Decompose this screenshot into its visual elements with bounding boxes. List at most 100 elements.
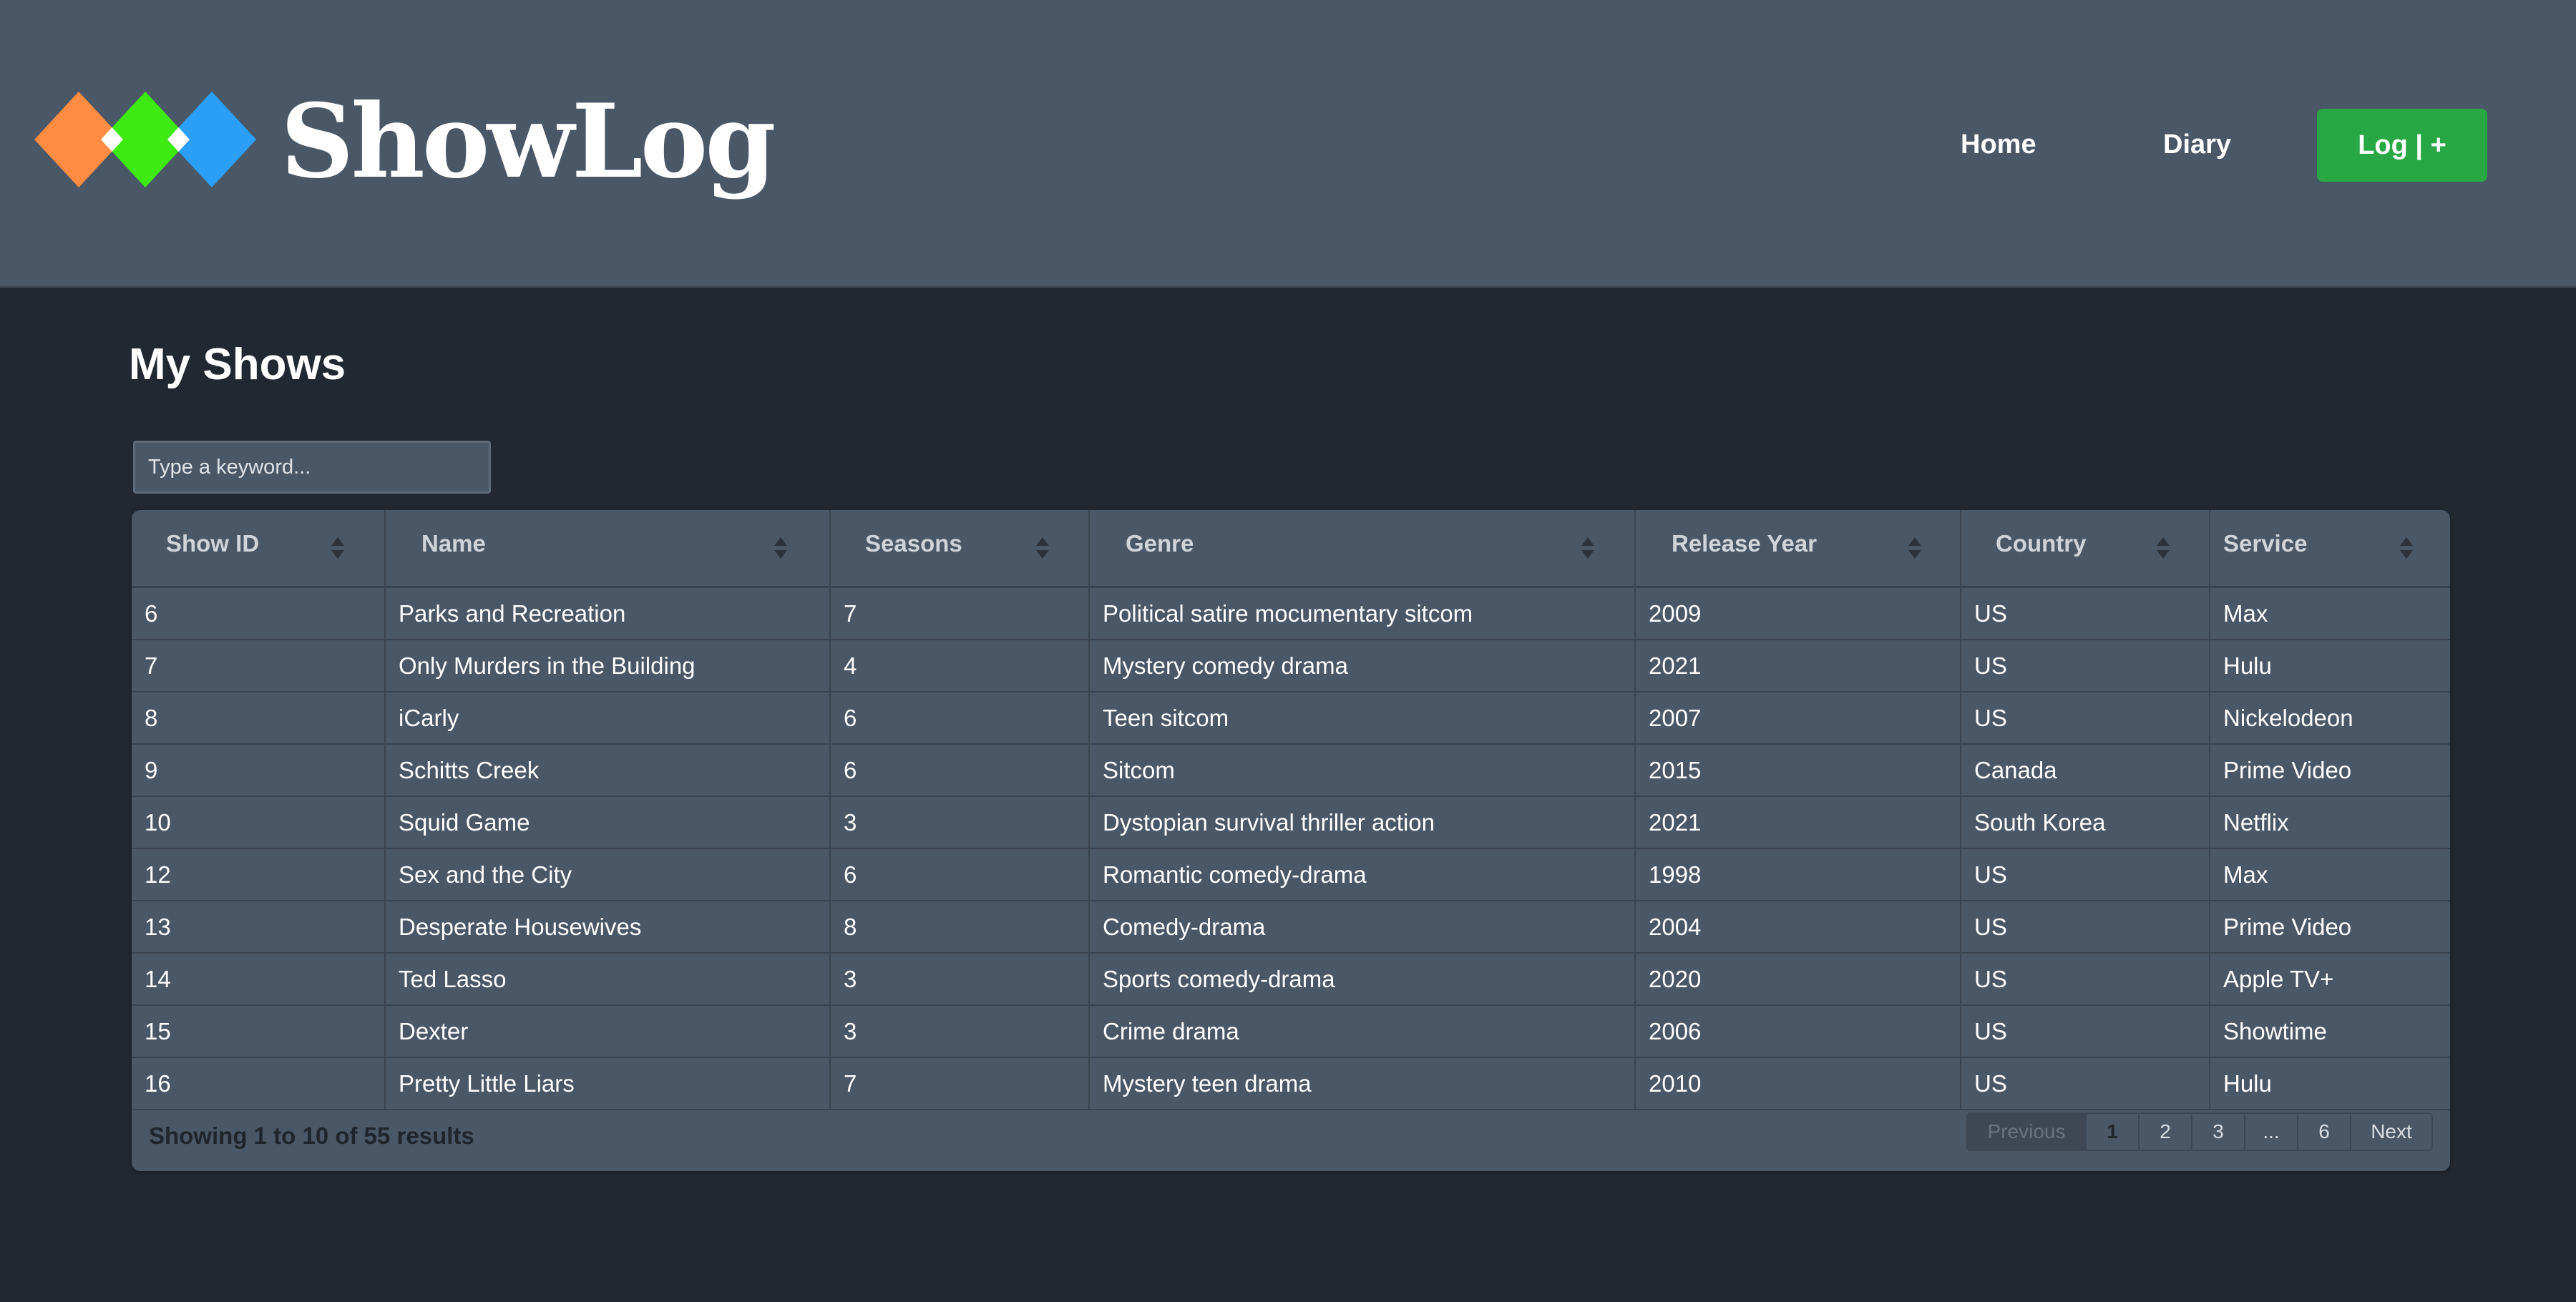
table-row: 15 Dexter 3 Crime drama 2006 US Showtime <box>132 1005 2450 1058</box>
cell-service: Netflix <box>2210 796 2450 849</box>
cell-name: Pretty Little Liars <box>385 1057 831 1110</box>
cell-show-id: 6 <box>132 587 386 640</box>
cell-service: Nickelodeon <box>2210 692 2450 745</box>
sort-icon[interactable] <box>774 536 788 560</box>
page-title: My Shows <box>129 340 346 389</box>
cell-show-id: 8 <box>132 692 386 745</box>
cell-country: US <box>1961 692 2210 745</box>
cell-show-id: 15 <box>132 1005 386 1058</box>
cell-show-id: 9 <box>132 744 386 797</box>
cell-seasons: 6 <box>830 692 1090 745</box>
nav-diary-link[interactable]: Diary <box>2163 123 2231 166</box>
column-header-label: Name <box>421 530 486 557</box>
brand-name[interactable]: ShowLog <box>280 84 776 199</box>
shows-table: Show ID Name Seasons Genre Release Year Count… <box>132 510 2450 1110</box>
page-3-button[interactable]: 3 <box>2191 1112 2245 1151</box>
cell-show-id: 14 <box>132 953 386 1006</box>
table-row: 12 Sex and the City 6 Romantic comedy-drama… <box>132 848 2450 901</box>
column-header-name[interactable]: Name <box>385 510 831 588</box>
table-row: 6 Parks and Recreation 7 Political satire m… <box>132 587 2450 640</box>
cell-seasons: 3 <box>830 796 1090 849</box>
column-header-country[interactable]: Country <box>1961 510 2210 588</box>
column-header-label: Show ID <box>166 530 260 557</box>
table-row: 13 Desperate Housewives 8 Comedy-drama 2004 U… <box>132 901 2450 954</box>
cell-release-year: 2006 <box>1635 1005 1961 1058</box>
sort-icon[interactable] <box>2156 536 2170 560</box>
cell-country: US <box>1961 587 2210 640</box>
cell-name: Only Murders in the Building <box>385 640 831 692</box>
table-row: 8 iCarly 6 Teen sitcom 2007 US Nickelodeon <box>132 692 2450 745</box>
sort-icon[interactable] <box>1908 536 1922 560</box>
column-header-label: Genre <box>1126 530 1194 557</box>
cell-name: Schitts Creek <box>385 744 831 797</box>
cell-country: US <box>1961 640 2210 692</box>
cell-service: Hulu <box>2210 640 2450 692</box>
column-header-genre[interactable]: Genre <box>1089 510 1636 588</box>
page-6-button[interactable]: 6 <box>2297 1112 2351 1151</box>
cell-service: Max <box>2210 587 2450 640</box>
table-header-row: Show ID Name Seasons Genre Release Year Count… <box>132 510 2450 588</box>
cell-country: US <box>1961 953 2210 1006</box>
cell-genre: Dystopian survival thriller action <box>1089 796 1636 849</box>
page-2-button[interactable]: 2 <box>2138 1112 2192 1151</box>
cell-show-id: 13 <box>132 901 386 954</box>
cell-release-year: 2007 <box>1635 692 1961 745</box>
table-row: 10 Squid Game 3 Dystopian survival thriller… <box>132 796 2450 849</box>
cell-service: Prime Video <box>2210 901 2450 954</box>
cell-seasons: 6 <box>830 848 1090 901</box>
table-body: 6 Parks and Recreation 7 Political satire m… <box>132 587 2450 1110</box>
cell-name: Squid Game <box>385 796 831 849</box>
cell-country: US <box>1961 1005 2210 1058</box>
cell-show-id: 16 <box>132 1057 386 1110</box>
cell-country: US <box>1961 1057 2210 1110</box>
nav-home-link[interactable]: Home <box>1961 123 2036 166</box>
cell-seasons: 8 <box>830 901 1090 954</box>
table-row: 16 Pretty Little Liars 7 Mystery teen drama… <box>132 1057 2450 1110</box>
cell-service: Apple TV+ <box>2210 953 2450 1006</box>
showlog-logo[interactable] <box>34 92 256 187</box>
previous-page-button[interactable]: Previous <box>1966 1112 2087 1151</box>
sort-icon[interactable] <box>2399 536 2414 560</box>
cell-release-year: 2020 <box>1635 953 1961 1006</box>
column-header-label: Country <box>1996 530 2087 557</box>
cell-show-id: 10 <box>132 796 386 849</box>
shows-table-card: Show ID Name Seasons Genre Release Year Count… <box>132 510 2450 1171</box>
cell-release-year: 2021 <box>1635 640 1961 692</box>
cell-name: Sex and the City <box>385 848 831 901</box>
next-page-button[interactable]: Next <box>2350 1112 2433 1151</box>
cell-service: Showtime <box>2210 1005 2450 1058</box>
cell-country: US <box>1961 848 2210 901</box>
cell-seasons: 4 <box>830 640 1090 692</box>
column-header-label: Release Year <box>1672 530 1818 557</box>
sort-icon[interactable] <box>331 536 345 560</box>
cell-genre: Mystery teen drama <box>1089 1057 1636 1110</box>
pagination: Previous 1 2 3... 6 Next <box>1966 1112 2433 1151</box>
cell-name: Ted Lasso <box>385 953 831 1006</box>
cell-name: Desperate Housewives <box>385 901 831 954</box>
cell-country: Canada <box>1961 744 2210 797</box>
cell-genre: Comedy-drama <box>1089 901 1636 954</box>
column-header-show-id[interactable]: Show ID <box>132 510 386 588</box>
cell-genre: Sitcom <box>1089 744 1636 797</box>
cell-genre: Crime drama <box>1089 1005 1636 1058</box>
sort-icon[interactable] <box>1035 536 1050 560</box>
sort-icon[interactable] <box>1581 536 1595 560</box>
cell-country: South Korea <box>1961 796 2210 849</box>
log-show-button[interactable]: Log | + <box>2317 109 2487 182</box>
cell-genre: Teen sitcom <box>1089 692 1636 745</box>
cell-service: Hulu <box>2210 1057 2450 1110</box>
column-header-release-year[interactable]: Release Year <box>1635 510 1961 588</box>
cell-release-year: 2015 <box>1635 744 1961 797</box>
cell-show-id: 7 <box>132 640 386 692</box>
page-1-button[interactable]: 1 <box>2085 1112 2140 1151</box>
table-row: 9 Schitts Creek 6 Sitcom 2015 Canada Prime Vid… <box>132 744 2450 797</box>
cell-release-year: 2004 <box>1635 901 1961 954</box>
cell-genre: Romantic comedy-drama <box>1089 848 1636 901</box>
cell-seasons: 7 <box>830 587 1090 640</box>
column-header-service[interactable]: Service <box>2210 510 2450 588</box>
search-input[interactable] <box>133 441 491 494</box>
column-header-seasons[interactable]: Seasons <box>830 510 1090 588</box>
cell-name: iCarly <box>385 692 831 745</box>
cell-genre: Sports comedy-drama <box>1089 953 1636 1006</box>
cell-seasons: 3 <box>830 953 1090 1006</box>
